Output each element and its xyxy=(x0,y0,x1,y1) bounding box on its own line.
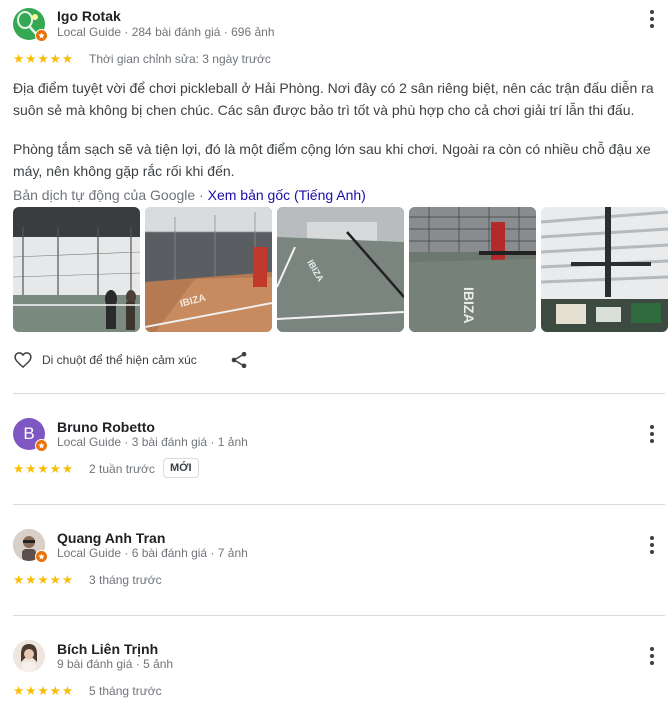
reviewer-meta[interactable]: Local Guide · 6 bài đánh giá · 7 ảnh xyxy=(57,546,248,560)
review-photo[interactable]: IBIZA xyxy=(145,207,272,332)
star-icon: ★ xyxy=(25,684,37,698)
local-guide-badge-icon xyxy=(35,439,48,452)
star-rating: ★ ★ ★ ★ ★ xyxy=(13,462,74,476)
star-icon: ★ xyxy=(61,462,74,476)
star-icon: ★ xyxy=(25,573,37,587)
review-time: 3 tháng trước xyxy=(89,573,162,587)
person-photo-avatar-icon xyxy=(13,640,45,672)
star-icon: ★ xyxy=(37,462,49,476)
court-logo-text: IBIZA xyxy=(461,287,477,324)
avatar[interactable] xyxy=(13,8,48,42)
review-text: Địa điểm tuyệt vời để chơi pickleball ở … xyxy=(13,80,654,118)
more-options-button[interactable] xyxy=(642,533,662,557)
review-card: Quang Anh Tran Local Guide · 6 bài đánh … xyxy=(0,505,670,615)
review-photo[interactable] xyxy=(541,207,668,332)
share-icon xyxy=(231,351,247,369)
review-photo[interactable]: IBIZA xyxy=(277,207,404,332)
review-card: Bích Liên Trịnh 9 bài đánh giá · 5 ảnh ★… xyxy=(0,616,670,713)
review-card: B Bruno Robetto Local Guide · 3 bài đánh… xyxy=(0,394,670,504)
star-icon: ★ xyxy=(37,684,49,698)
view-original-link[interactable]: Xem bản gốc (Tiếng Anh) xyxy=(208,187,366,203)
reviewer-name[interactable]: Igo Rotak xyxy=(57,8,121,24)
star-icon: ★ xyxy=(13,573,25,587)
local-guide-badge-icon xyxy=(35,29,48,42)
local-guide-badge-icon xyxy=(35,550,48,563)
star-icon: ★ xyxy=(49,684,61,698)
more-options-button[interactable] xyxy=(642,422,662,446)
review-photo[interactable]: IBIZA xyxy=(409,207,536,332)
star-icon: ★ xyxy=(13,52,25,66)
new-badge: MỚI xyxy=(163,458,199,478)
star-icon: ★ xyxy=(49,52,61,66)
review-time: 2 tuần trước xyxy=(89,462,155,476)
star-icon: ★ xyxy=(37,52,49,66)
star-icon: ★ xyxy=(37,573,49,587)
more-options-button[interactable] xyxy=(642,7,662,31)
reviewer-name[interactable]: Bích Liên Trịnh xyxy=(57,641,158,657)
react-label: Di chuột để thể hiện cảm xúc xyxy=(42,353,197,367)
review-text: Phòng tắm sạch sẽ và tiện lợi, đó là một… xyxy=(13,141,651,179)
avatar-initial: B xyxy=(23,424,35,443)
share-button[interactable] xyxy=(229,350,249,370)
review-photo[interactable] xyxy=(13,207,140,332)
star-icon: ★ xyxy=(25,52,37,66)
star-icon: ★ xyxy=(13,684,25,698)
star-icon: ★ xyxy=(61,573,74,587)
photo-strip: IBIZA IBIZA IBIZA xyxy=(13,207,668,332)
review-card: Igo Rotak Local Guide · 284 bài đánh giá… xyxy=(0,0,670,393)
star-icon: ★ xyxy=(25,462,37,476)
star-rating: ★ ★ ★ ★ ★ xyxy=(13,52,74,66)
reviewer-meta[interactable]: 9 bài đánh giá · 5 ảnh xyxy=(57,657,173,671)
star-icon: ★ xyxy=(49,573,61,587)
star-icon: ★ xyxy=(13,462,25,476)
more-options-button[interactable] xyxy=(642,644,662,668)
react-button[interactable]: Di chuột để thể hiện cảm xúc xyxy=(13,350,197,370)
star-icon: ★ xyxy=(61,52,74,66)
review-time: 5 tháng trước xyxy=(89,684,162,698)
star-icon: ★ xyxy=(61,684,74,698)
reviewer-meta[interactable]: Local Guide · 284 bài đánh giá · 696 ảnh xyxy=(57,25,275,39)
heart-icon xyxy=(14,352,32,369)
star-icon: ★ xyxy=(49,462,61,476)
reviewer-name[interactable]: Bruno Robetto xyxy=(57,419,155,435)
translation-label: Bản dịch tự động của Google · xyxy=(13,187,208,203)
reviewer-meta[interactable]: Local Guide · 3 bài đánh giá · 1 ảnh xyxy=(57,435,248,449)
star-rating: ★ ★ ★ ★ ★ xyxy=(13,684,74,698)
review-time: Thời gian chỉnh sửa: 3 ngày trước xyxy=(89,52,271,66)
avatar[interactable] xyxy=(13,529,48,563)
reviewer-name[interactable]: Quang Anh Tran xyxy=(57,530,165,546)
avatar[interactable] xyxy=(13,640,45,672)
star-rating: ★ ★ ★ ★ ★ xyxy=(13,573,74,587)
avatar[interactable]: B xyxy=(13,418,48,452)
translation-note: Bản dịch tự động của Google · Xem bản gố… xyxy=(13,187,366,203)
